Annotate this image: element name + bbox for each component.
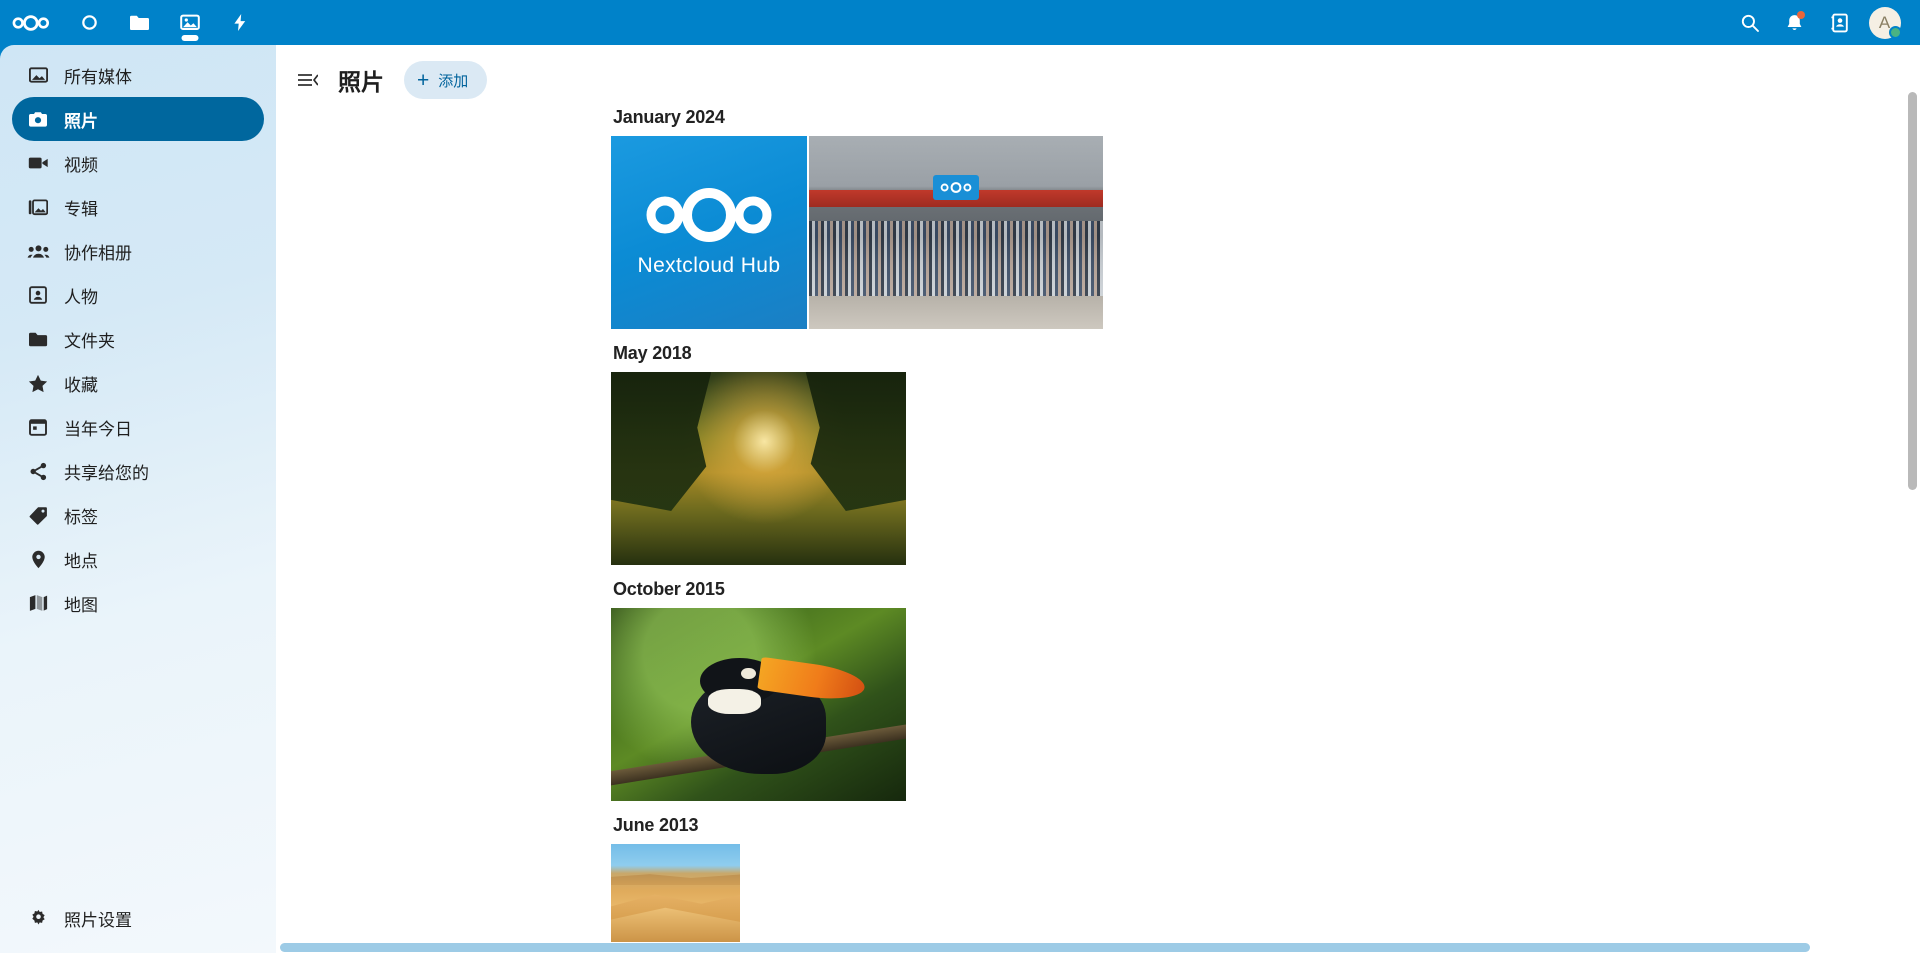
sidebar-item-on-this-day[interactable]: 当年今日 bbox=[12, 405, 264, 449]
share-icon bbox=[25, 458, 51, 484]
thumbnail-row bbox=[611, 608, 1920, 801]
sidebar-item-map[interactable]: 地图 bbox=[12, 581, 264, 625]
app-window: A 所有媒体 照片 视频 专辑 协作相册 人物 文件夹 收藏 当年今日 共享给您… bbox=[0, 0, 1920, 953]
vertical-scrollbar-thumb[interactable] bbox=[1908, 92, 1917, 490]
image-icon bbox=[25, 62, 51, 88]
sidebar-collapse-icon bbox=[297, 74, 318, 86]
map-pin-icon bbox=[25, 546, 51, 572]
thumbnail-row: Nextcloud Hub bbox=[611, 136, 1920, 329]
thumbnail-row bbox=[611, 372, 1920, 565]
sidebar-item-collaborative-albums[interactable]: 协作相册 bbox=[12, 229, 264, 273]
contacts-button[interactable] bbox=[1817, 0, 1862, 45]
horizontal-scrollbar-thumb[interactable] bbox=[280, 943, 1810, 952]
sidebar-item-folders[interactable]: 文件夹 bbox=[12, 317, 264, 361]
toucan-photo-art bbox=[611, 608, 906, 801]
sidebar-item-albums[interactable]: 专辑 bbox=[12, 185, 264, 229]
hub-logo-art: Nextcloud Hub bbox=[611, 136, 807, 329]
header-app-nav bbox=[0, 0, 262, 45]
sidebar-item-label: 地点 bbox=[64, 551, 98, 571]
folder-icon bbox=[25, 326, 51, 352]
gear-icon bbox=[25, 905, 51, 931]
header-actions: A bbox=[1727, 0, 1920, 45]
sidebar-item-favorites[interactable]: 收藏 bbox=[12, 361, 264, 405]
photo-thumbnail-conference-crowd[interactable] bbox=[809, 136, 1103, 329]
add-button[interactable]: + 添加 bbox=[404, 61, 488, 99]
photos-settings-button[interactable]: 照片设置 bbox=[12, 896, 264, 940]
search-icon bbox=[1741, 14, 1759, 32]
map-icon bbox=[25, 590, 51, 616]
sidebar-item-videos[interactable]: 视频 bbox=[12, 141, 264, 185]
nav-app-files[interactable] bbox=[117, 0, 162, 45]
calendar-icon bbox=[25, 414, 51, 440]
sidebar-item-label: 专辑 bbox=[64, 199, 98, 219]
nav-app-photos[interactable] bbox=[167, 0, 212, 45]
plus-icon: + bbox=[417, 68, 430, 92]
person-card-icon bbox=[25, 282, 51, 308]
sidebar-item-label: 协作相册 bbox=[64, 243, 132, 263]
contacts-icon bbox=[1830, 13, 1848, 32]
notification-badge bbox=[1797, 11, 1805, 19]
photos-timeline: January 2024 Nextcloud Hub May 2018 Octo… bbox=[276, 101, 1920, 942]
album-icon bbox=[25, 194, 51, 220]
sidebar-item-label: 照片 bbox=[64, 111, 98, 131]
month-heading: October 2015 bbox=[613, 579, 725, 599]
sidebar-item-people[interactable]: 人物 bbox=[12, 273, 264, 317]
user-avatar-button[interactable]: A bbox=[1862, 0, 1907, 45]
star-icon bbox=[25, 370, 51, 396]
month-group: October 2015 bbox=[611, 579, 1920, 801]
photo-thumbnail-nextcloud-hub[interactable]: Nextcloud Hub bbox=[611, 136, 807, 329]
nextcloud-logo[interactable] bbox=[0, 0, 62, 45]
sidebar-nav-list: 所有媒体 照片 视频 专辑 协作相册 人物 文件夹 收藏 当年今日 共享给您的 … bbox=[0, 45, 276, 896]
sidebar-footer: 照片设置 bbox=[0, 896, 276, 953]
vertical-scrollbar[interactable] bbox=[1908, 92, 1917, 953]
camera-icon bbox=[25, 106, 51, 132]
notifications-button[interactable] bbox=[1772, 0, 1817, 45]
sidebar-item-tags[interactable]: 标签 bbox=[12, 493, 264, 537]
sidebar-item-shared-with-you[interactable]: 共享给您的 bbox=[12, 449, 264, 493]
sidebar-item-label: 共享给您的 bbox=[64, 463, 149, 483]
month-group: January 2024 Nextcloud Hub bbox=[611, 107, 1920, 329]
sidebar-item-photos[interactable]: 照片 bbox=[12, 97, 264, 141]
thumbnail-row bbox=[611, 844, 1920, 942]
photo-thumbnail-desert-dunes[interactable] bbox=[611, 844, 740, 942]
desert-photo-art bbox=[611, 844, 740, 942]
app-shell: 所有媒体 照片 视频 专辑 协作相册 人物 文件夹 收藏 当年今日 共享给您的 … bbox=[0, 45, 1920, 953]
month-group: May 2018 bbox=[611, 343, 1920, 565]
video-icon bbox=[25, 150, 51, 176]
month-heading: January 2024 bbox=[613, 107, 725, 127]
sidebar-item-label: 地图 bbox=[64, 595, 98, 615]
hub-wordmark: Nextcloud Hub bbox=[637, 253, 781, 277]
sidebar-collapse-button[interactable] bbox=[290, 63, 324, 97]
photo-thumbnail-golden-field[interactable] bbox=[611, 372, 906, 565]
sidebar-item-all-media[interactable]: 所有媒体 bbox=[12, 53, 264, 97]
sidebar-item-label: 标签 bbox=[64, 507, 98, 527]
sidebar-item-label: 文件夹 bbox=[64, 331, 115, 351]
month-heading: June 2013 bbox=[613, 815, 699, 835]
month-group: June 2013 bbox=[611, 815, 1920, 942]
photo-thumbnail-toucan[interactable] bbox=[611, 608, 906, 801]
sidebar-item-label: 所有媒体 bbox=[64, 67, 132, 87]
content-header: 照片 + 添加 bbox=[276, 45, 1920, 101]
field-photo-art bbox=[611, 372, 906, 565]
nav-app-activity[interactable] bbox=[217, 0, 262, 45]
main-content: 照片 + 添加 January 2024 Nextcloud Hub May 2… bbox=[276, 45, 1920, 953]
sidebar-item-label: 人物 bbox=[64, 287, 98, 307]
people-icon bbox=[25, 238, 51, 264]
online-status-indicator bbox=[1889, 26, 1902, 39]
photos-settings-label: 照片设置 bbox=[64, 910, 132, 930]
sidebar-item-label: 收藏 bbox=[64, 375, 98, 395]
page-title: 照片 bbox=[338, 69, 384, 95]
search-button[interactable] bbox=[1727, 0, 1772, 45]
month-heading: May 2018 bbox=[613, 343, 692, 363]
sidebar-item-label: 当年今日 bbox=[64, 419, 132, 439]
sidebar-item-places[interactable]: 地点 bbox=[12, 537, 264, 581]
sidebar: 所有媒体 照片 视频 专辑 协作相册 人物 文件夹 收藏 当年今日 共享给您的 … bbox=[0, 45, 276, 953]
top-header-bar: A bbox=[0, 0, 1920, 45]
add-button-label: 添加 bbox=[438, 72, 469, 90]
tag-icon bbox=[25, 502, 51, 528]
crowd-photo-art bbox=[809, 136, 1103, 329]
horizontal-scrollbar[interactable] bbox=[280, 943, 1910, 952]
nav-app-dashboard[interactable] bbox=[67, 0, 112, 45]
sidebar-item-label: 视频 bbox=[64, 155, 98, 175]
